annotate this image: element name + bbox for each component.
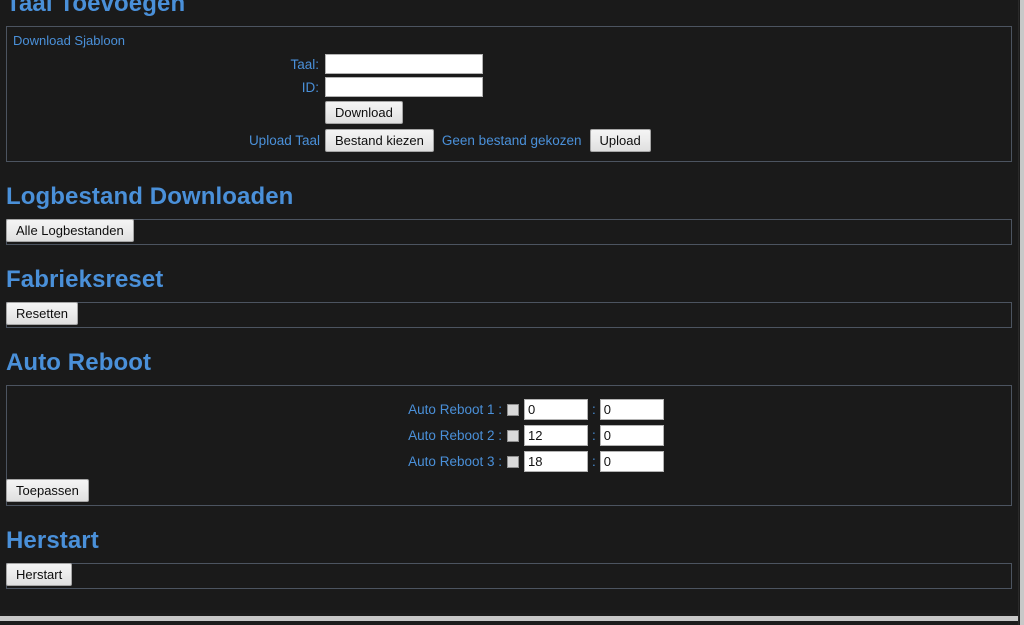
auto-reboot-1-hour-input[interactable]: [524, 399, 588, 420]
vertical-scrollbar[interactable]: [1018, 0, 1024, 625]
vertical-scrollbar-thumb[interactable]: [1020, 0, 1024, 625]
download-button-row: Download: [7, 101, 1011, 124]
apply-button-row: Toepassen: [6, 479, 1011, 505]
auto-reboot-3-separator: :: [592, 454, 596, 469]
download-log-panel: Alle Logbestanden: [6, 219, 1012, 245]
auto-reboot-row: Auto Reboot 3 : :: [7, 451, 1011, 472]
auto-reboot-2-minute-input[interactable]: [599, 425, 664, 446]
apply-button[interactable]: Toepassen: [6, 479, 89, 502]
section-title-factory-reset: Fabrieksreset: [6, 266, 164, 293]
download-template-button[interactable]: Download: [325, 101, 403, 124]
section-title-download-log: Logbestand Downloaden: [6, 183, 294, 210]
auto-reboot-row: Auto Reboot 2 : :: [7, 425, 1011, 446]
auto-reboot-1-label: Auto Reboot 1 :: [408, 402, 502, 417]
add-language-panel: Download Sjabloon Taal: ID: Download Upl…: [6, 26, 1012, 162]
all-logfiles-button[interactable]: Alle Logbestanden: [6, 219, 134, 242]
file-status-text: Geen bestand gekozen: [441, 133, 582, 148]
upload-language-row: Upload Taal Bestand kiezen Geen bestand …: [7, 129, 1011, 152]
page-viewport: Taal Toevoegen Download Sjabloon Taal: I…: [0, 0, 1018, 613]
upload-button[interactable]: Upload: [589, 129, 651, 152]
auto-reboot-1-separator: :: [592, 402, 596, 417]
auto-reboot-2-hour-input[interactable]: [524, 425, 588, 446]
language-field-row: Taal:: [7, 54, 1011, 74]
settings-document: Taal Toevoegen Download Sjabloon Taal: I…: [0, 0, 1018, 589]
id-field-row: ID:: [7, 77, 1011, 97]
upload-language-label: Upload Taal: [248, 133, 320, 148]
auto-reboot-rows: Auto Reboot 1 : : Auto Reboot 2 : : Auto…: [7, 386, 1011, 481]
reset-button[interactable]: Resetten: [6, 302, 79, 325]
restart-panel: Herstart: [6, 563, 1012, 589]
horizontal-scrollbar-thumb[interactable]: [0, 616, 1018, 621]
auto-reboot-2-label: Auto Reboot 2 :: [408, 428, 502, 443]
page-title-add-language: Taal Toevoegen: [6, 0, 186, 17]
section-title-auto-reboot: Auto Reboot: [6, 349, 152, 376]
auto-reboot-panel: Auto Reboot 1 : : Auto Reboot 2 : : Auto…: [6, 385, 1012, 506]
download-template-legend: Download Sjabloon: [13, 33, 126, 48]
factory-reset-panel: Resetten: [6, 302, 1012, 328]
language-input[interactable]: [325, 54, 483, 74]
auto-reboot-3-label: Auto Reboot 3 :: [408, 454, 502, 469]
auto-reboot-3-checkbox[interactable]: [507, 455, 519, 468]
language-field-label: Taal:: [290, 56, 319, 72]
auto-reboot-1-checkbox[interactable]: [507, 403, 519, 416]
auto-reboot-1-minute-input[interactable]: [599, 399, 664, 420]
auto-reboot-2-separator: :: [592, 428, 596, 443]
choose-file-button[interactable]: Bestand kiezen: [325, 129, 434, 152]
restart-button[interactable]: Herstart: [6, 563, 73, 586]
auto-reboot-3-minute-input[interactable]: [599, 451, 664, 472]
auto-reboot-3-hour-input[interactable]: [524, 451, 588, 472]
auto-reboot-2-checkbox[interactable]: [507, 429, 519, 442]
horizontal-scrollbar[interactable]: [0, 613, 1018, 625]
auto-reboot-row: Auto Reboot 1 : :: [7, 399, 1011, 420]
add-language-form: Taal: ID: Download Upload Taal Bestand k…: [7, 48, 1011, 161]
section-title-restart: Herstart: [6, 527, 99, 554]
id-field-label: ID:: [301, 79, 319, 95]
id-input[interactable]: [325, 77, 483, 97]
